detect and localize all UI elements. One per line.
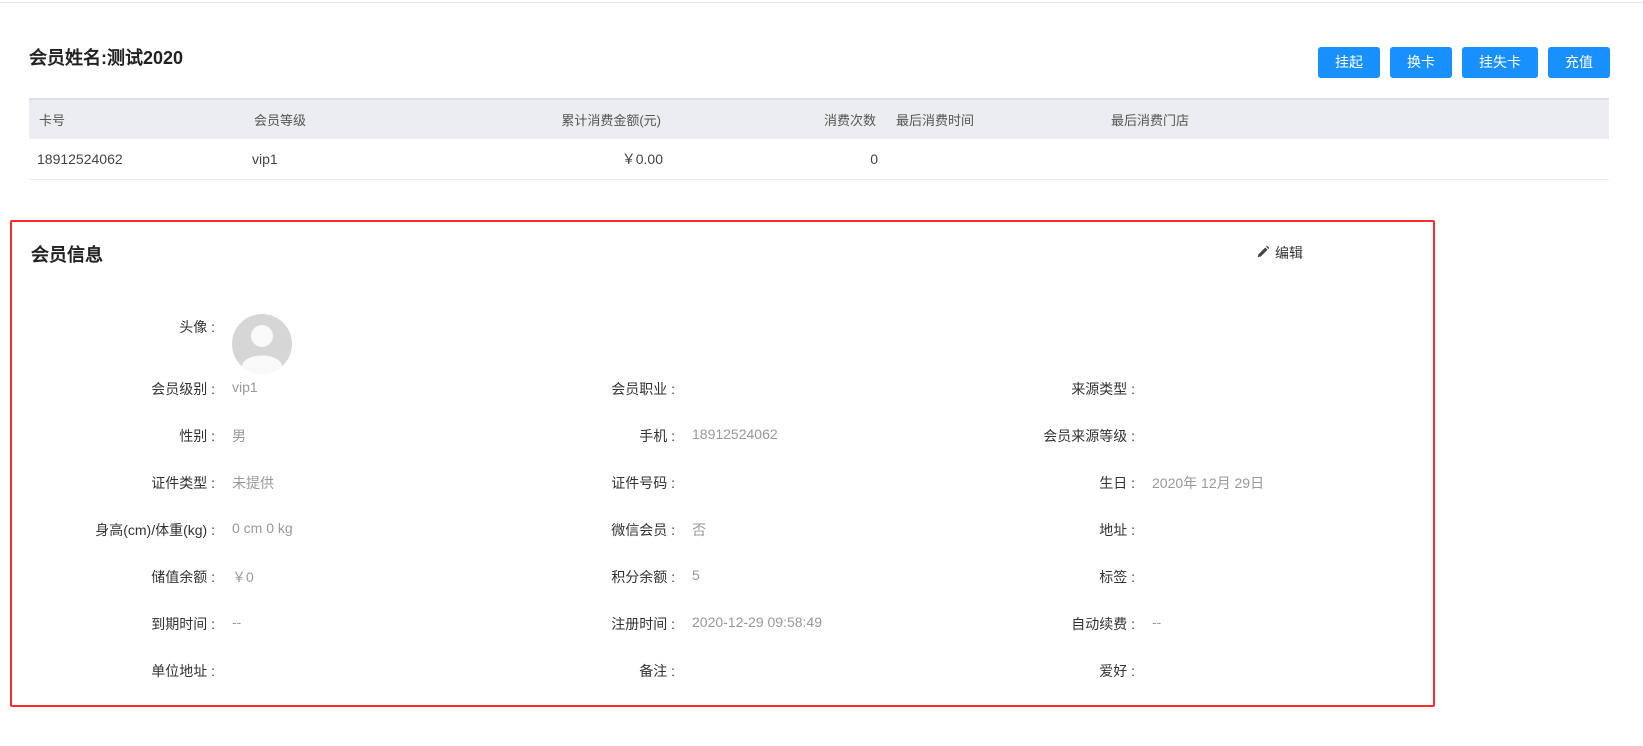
label-wechat-member: 微信会员 : xyxy=(611,522,675,538)
value-wechat-member: 否 xyxy=(692,522,706,538)
label-register-time: 注册时间 : xyxy=(611,616,675,632)
label-id-number: 证件号码 : xyxy=(611,475,675,491)
member-info-panel: 会员信息 编辑 头像 : 会员级别 : vip1 性别 : 男 证件类型 : 未… xyxy=(10,220,1435,707)
member-name-heading: 会员姓名:测试2020 xyxy=(29,48,184,68)
edit-label: 编辑 xyxy=(1275,245,1303,261)
member-info-title: 会员信息 xyxy=(31,245,103,265)
default-user-icon xyxy=(242,325,282,374)
label-member-level: 会员级别 : xyxy=(151,381,215,397)
value-birthday: 2020年 12月 29日 xyxy=(1152,475,1265,491)
label-occupation: 会员职业 : xyxy=(611,381,675,397)
col-header-visit-count: 消费次数 xyxy=(823,113,876,128)
cell-visit-count: 0 xyxy=(671,139,886,180)
table-row: 18912524062 vip1 ￥0.00 0 xyxy=(29,139,1609,180)
label-address: 地址 : xyxy=(1099,522,1135,538)
col-header-total-spent: 累计消费金额(元) xyxy=(561,113,661,128)
action-toolbar: 挂起 换卡 挂失卡 充值 xyxy=(1318,47,1610,78)
report-loss-button[interactable]: 挂失卡 xyxy=(1462,47,1538,78)
value-expiry: -- xyxy=(232,614,242,630)
label-source-level: 会员来源等级 : xyxy=(1043,428,1135,444)
cell-last-time xyxy=(886,139,1101,180)
cell-card-no: 18912524062 xyxy=(29,139,244,180)
label-company-address: 单位地址 : xyxy=(151,663,215,679)
top-divider xyxy=(0,2,1643,3)
cell-total-spent: ￥0.00 xyxy=(476,139,671,180)
label-birthday: 生日 : xyxy=(1099,475,1135,491)
cell-level: vip1 xyxy=(244,139,476,180)
label-height-weight: 身高(cm)/体重(kg) : xyxy=(95,522,215,538)
label-phone: 手机 : xyxy=(639,428,675,444)
cell-last-store xyxy=(1101,139,1609,180)
edit-button[interactable]: 编辑 xyxy=(1256,243,1303,263)
label-tags: 标签 : xyxy=(1099,569,1135,585)
value-balance: ￥0 xyxy=(232,569,254,585)
col-header-last-time: 最后消费时间 xyxy=(896,113,975,128)
col-header-card-no: 卡号 xyxy=(39,113,66,128)
value-phone: 18912524062 xyxy=(692,426,778,442)
label-hobby: 爱好 : xyxy=(1099,663,1135,679)
label-id-type: 证件类型 : xyxy=(151,475,215,491)
label-remark: 备注 : xyxy=(639,663,675,679)
label-auto-renew: 自动续费 : xyxy=(1071,616,1135,632)
value-member-level: vip1 xyxy=(232,379,258,395)
value-auto-renew: -- xyxy=(1152,614,1162,630)
label-expiry: 到期时间 : xyxy=(151,616,215,632)
suspend-button[interactable]: 挂起 xyxy=(1318,47,1380,78)
recharge-button[interactable]: 充值 xyxy=(1548,47,1610,78)
value-height-weight: 0 cm 0 kg xyxy=(232,520,293,536)
col-header-last-store: 最后消费门店 xyxy=(1111,113,1190,128)
change-card-button[interactable]: 换卡 xyxy=(1390,47,1452,78)
value-gender: 男 xyxy=(232,428,246,444)
label-points: 积分余额 : xyxy=(611,569,675,585)
value-id-type: 未提供 xyxy=(232,475,274,491)
avatar xyxy=(232,314,292,374)
table-header-row: 卡号 会员等级 累计消费金额(元) 消费次数 最后消费时间 最后消费门店 xyxy=(29,99,1609,139)
label-gender: 性别 : xyxy=(179,428,215,444)
value-points: 5 xyxy=(692,567,700,583)
col-header-level: 会员等级 xyxy=(254,113,307,128)
value-register-time: 2020-12-29 09:58:49 xyxy=(692,614,822,630)
label-balance: 储值余额 : xyxy=(151,569,215,585)
card-table: 卡号 会员等级 累计消费金额(元) 消费次数 最后消费时间 最后消费门店 189… xyxy=(29,98,1609,180)
pencil-icon xyxy=(1256,245,1270,262)
avatar-label: 头像 : xyxy=(179,319,215,335)
label-source-type: 来源类型 : xyxy=(1071,381,1135,397)
